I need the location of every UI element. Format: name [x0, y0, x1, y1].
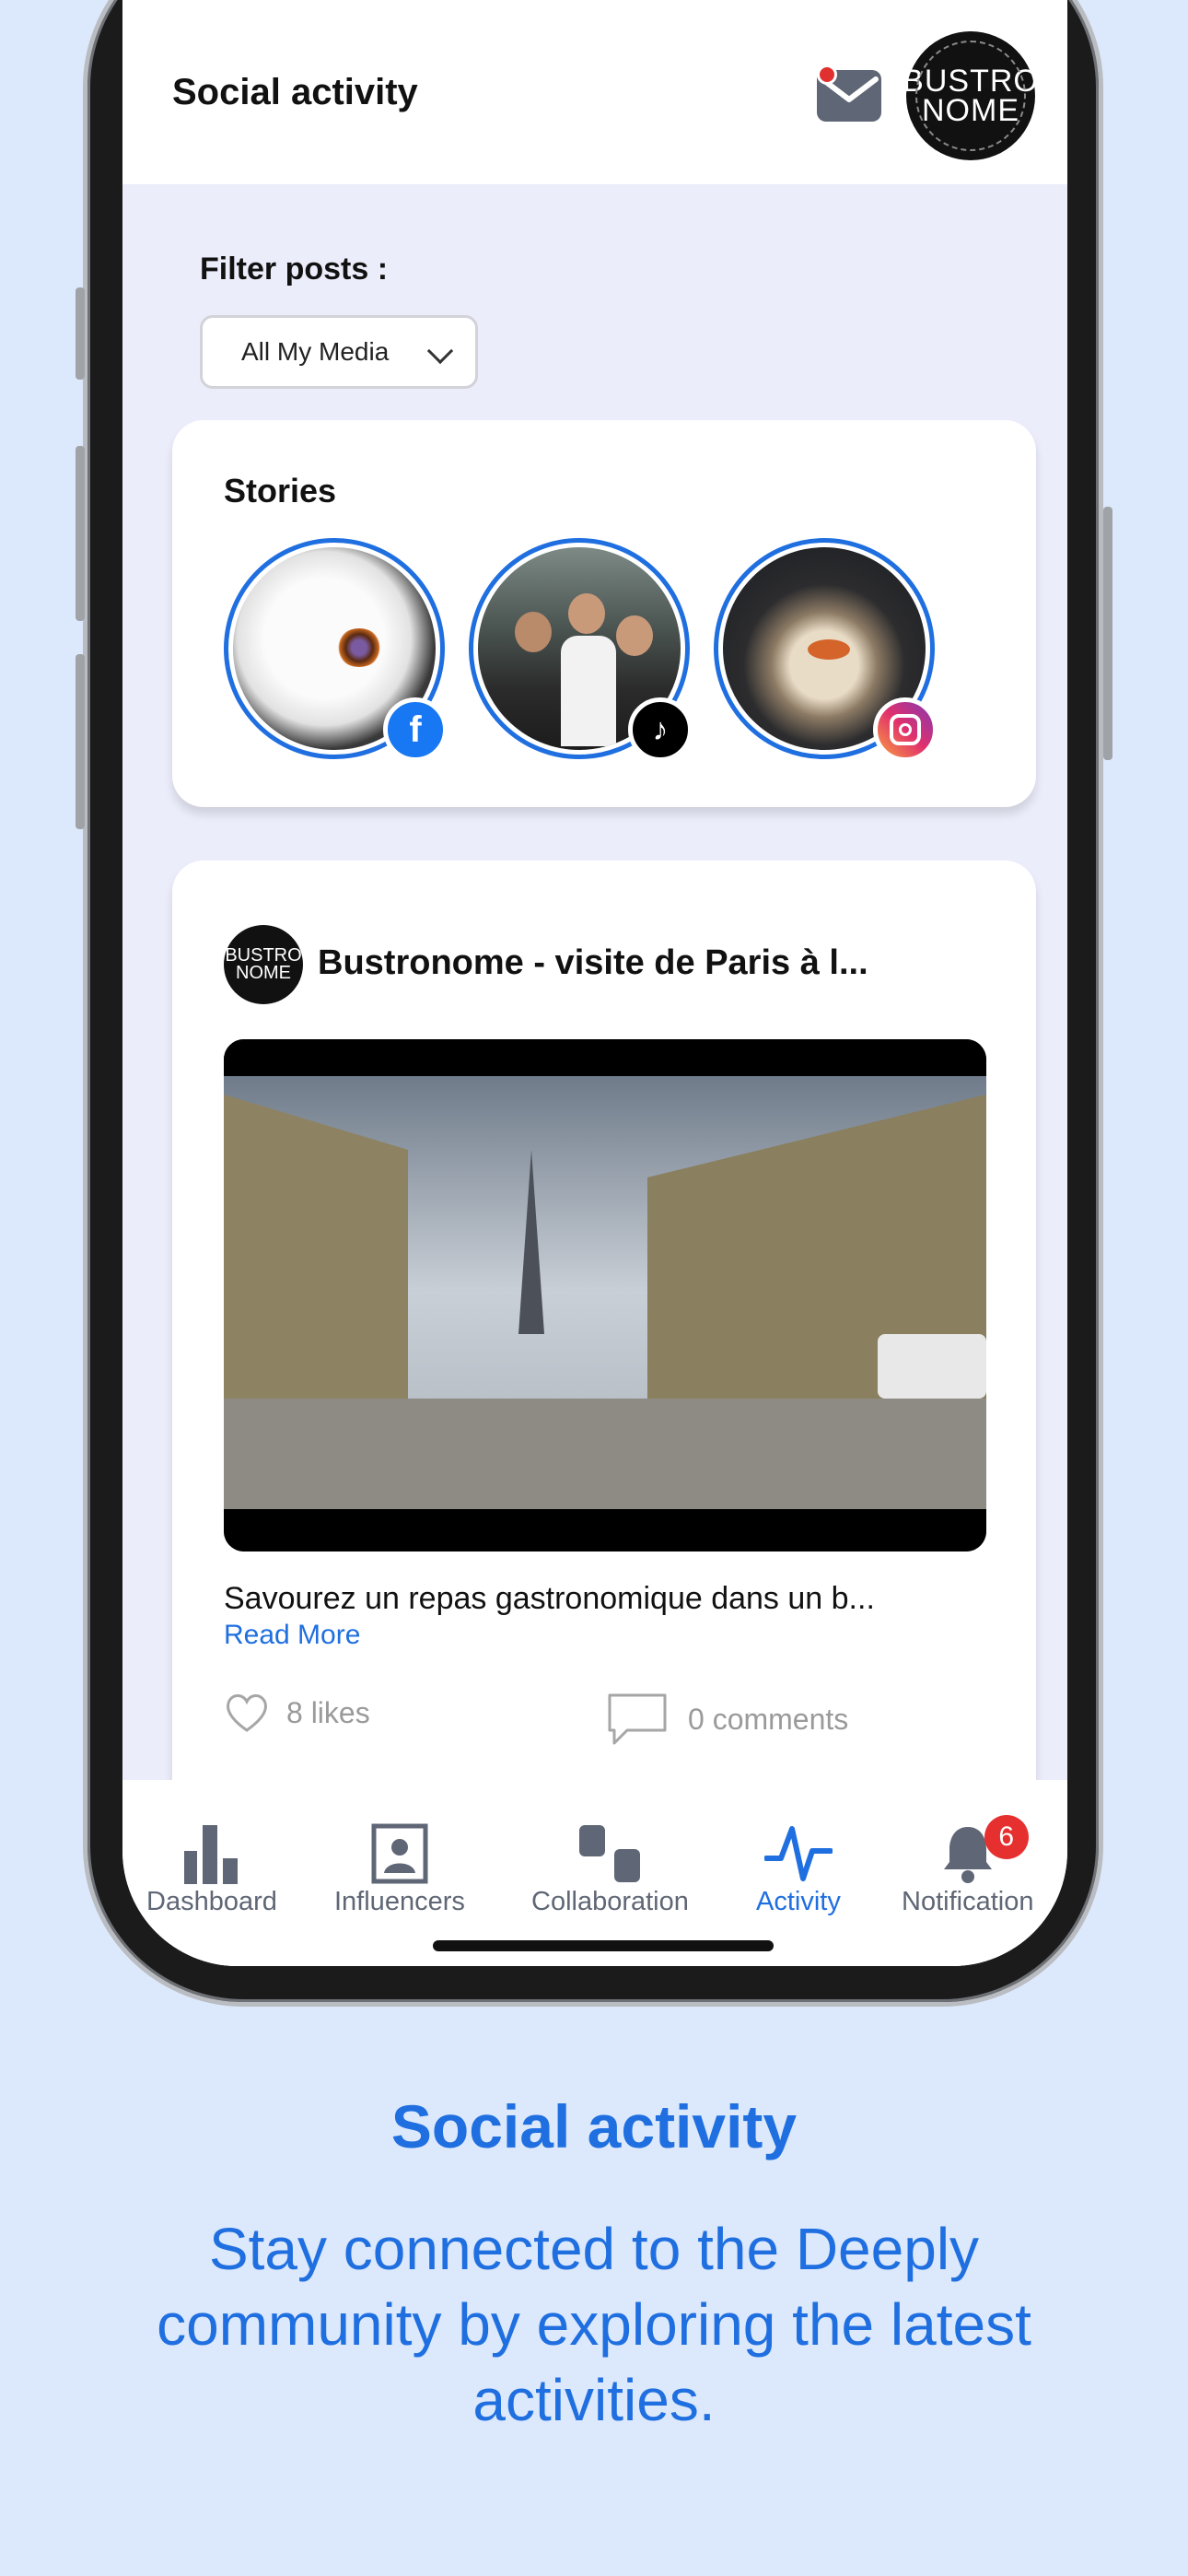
mail-button[interactable] — [817, 64, 881, 122]
like-button[interactable]: 8 likes — [224, 1692, 370, 1734]
bar-chart-icon — [182, 1821, 241, 1887]
app-screen: Social activity BUSTRO NOME Filter posts… — [122, 0, 1067, 1966]
phone-side-button — [76, 654, 85, 829]
promo-title: Social activity — [390, 2092, 798, 2160]
media-filter-select[interactable]: All My Media — [200, 315, 478, 389]
filter-label: Filter posts : — [200, 252, 389, 287]
collaboration-icon — [577, 1821, 642, 1887]
tiktok-icon: ♪ — [628, 697, 693, 762]
tab-influencers[interactable]: Influencers — [334, 1821, 465, 1917]
app-header: Social activity BUSTRO NOME — [122, 0, 1067, 184]
home-indicator — [433, 1940, 774, 1951]
post-author-avatar[interactable]: BUSTRO NOME — [224, 925, 303, 1004]
tab-notification[interactable]: 6 Notification — [902, 1815, 1033, 1917]
eiffel-tower-video-frame — [224, 1039, 986, 1551]
tab-collaboration[interactable]: Collaboration — [531, 1821, 689, 1917]
stories-card: Stories f ♪ — [172, 420, 1036, 807]
story-item[interactable]: ♪ — [469, 538, 693, 762]
facebook-icon: f — [383, 697, 448, 762]
brand-avatar[interactable]: BUSTRO NOME — [903, 31, 1038, 160]
tab-activity[interactable]: Activity — [756, 1821, 841, 1917]
story-item[interactable] — [714, 538, 938, 762]
activity-pulse-icon — [763, 1821, 833, 1887]
page-title: Social activity — [172, 72, 418, 112]
filter-selected-value: All My Media — [241, 337, 390, 366]
chevron-down-icon — [426, 337, 454, 365]
read-more-link[interactable]: Read More — [224, 1620, 360, 1651]
likes-count: 8 likes — [286, 1695, 370, 1729]
comments-count: 0 comments — [688, 1702, 849, 1736]
bell-icon: 6 — [940, 1815, 1029, 1887]
notification-count-badge: 6 — [984, 1815, 1029, 1859]
instagram-icon — [873, 697, 938, 762]
comment-button[interactable]: 0 comments — [607, 1692, 848, 1747]
bottom-tab-bar: Dashboard Influencers Collaboration Acti… — [122, 1780, 1067, 1966]
comment-icon — [608, 1693, 667, 1745]
unread-dot — [817, 64, 837, 85]
phone-side-button — [1103, 507, 1112, 760]
profile-card-icon — [371, 1821, 428, 1887]
post-video[interactable] — [224, 1039, 986, 1551]
phone-side-button — [76, 287, 85, 380]
stories-title: Stories — [224, 472, 337, 509]
phone-side-button — [76, 446, 85, 621]
promo-subtitle: Stay connected to the Deeply community b… — [157, 2216, 1031, 2433]
tab-dashboard[interactable]: Dashboard — [146, 1821, 277, 1917]
post-caption: Savourez un repas gastronomique dans un … — [224, 1581, 875, 1616]
post-title[interactable]: Bustronome - visite de Paris à l... — [318, 943, 868, 983]
heart-icon — [226, 1694, 268, 1732]
story-item[interactable]: f — [224, 538, 448, 762]
